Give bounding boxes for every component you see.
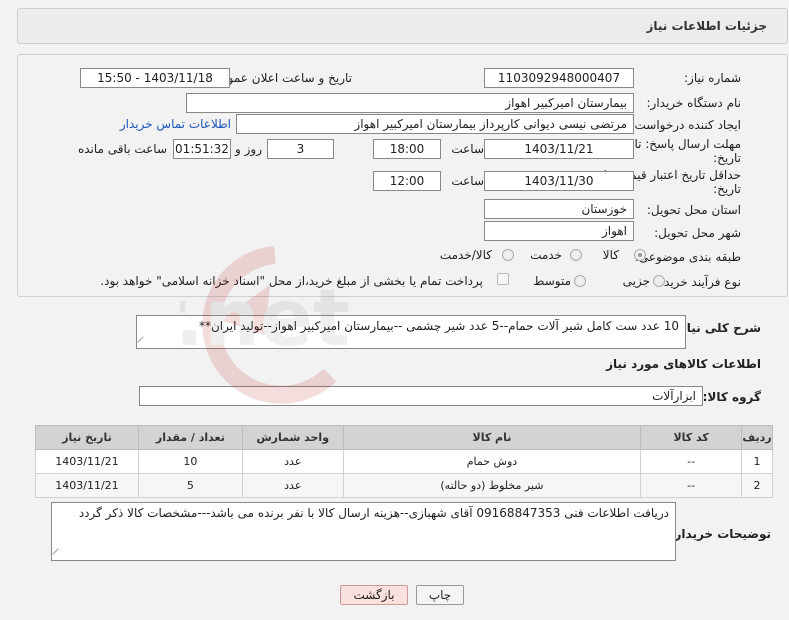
category-radio-goods[interactable] bbox=[634, 249, 646, 261]
reply-deadline-time-label: ساعت bbox=[451, 142, 484, 156]
price-validity-time-field: 12:00 bbox=[373, 171, 441, 191]
process-option-minor: جزیی bbox=[622, 274, 650, 288]
buyer-notes-textarea: دریافت اطلاعات فنی 09168847353 آقای شهبا… bbox=[51, 502, 676, 561]
table-header-row: ردیف کد کالا نام کالا واحد شمارش تعداد /… bbox=[35, 425, 773, 450]
category-radio-service[interactable] bbox=[570, 249, 582, 261]
remaining-days-field: 3 bbox=[267, 139, 334, 159]
col-header-code: کد کالا bbox=[640, 425, 743, 450]
reply-deadline-label: مهلت ارسال پاسخ: تا bbox=[634, 137, 741, 151]
cell-unit: عدد bbox=[241, 473, 344, 498]
resize-grip-icon[interactable] bbox=[52, 548, 64, 560]
col-header-date: تاریخ نیاز bbox=[35, 425, 139, 450]
purchase-process-label: نوع فرآیند خرید : bbox=[656, 275, 741, 289]
process-radio-minor[interactable] bbox=[653, 275, 665, 287]
announce-datetime-field: 1403/11/18 - 15:50 bbox=[80, 68, 230, 88]
price-validity-time-label: ساعت bbox=[451, 174, 484, 188]
print-button[interactable]: چاپ bbox=[416, 585, 464, 605]
category-label: طبقه بندی موضوعی: bbox=[634, 250, 741, 264]
remaining-time-label: ساعت باقی مانده bbox=[77, 142, 167, 156]
category-radio-goods-service[interactable] bbox=[502, 249, 514, 261]
cell-name: دوش حمام bbox=[342, 449, 642, 474]
price-validity-label-date: تاریخ: bbox=[713, 182, 741, 196]
goods-table: ردیف کد کالا نام کالا واحد شمارش تعداد /… bbox=[35, 425, 773, 498]
col-header-row: ردیف bbox=[741, 425, 773, 450]
cell-date: 1403/11/21 bbox=[35, 449, 139, 474]
resize-grip-icon[interactable] bbox=[137, 336, 149, 348]
goods-group-label: گروه کالا: bbox=[702, 390, 761, 404]
goods-group-field: ابزارآلات bbox=[139, 386, 703, 406]
summary-textarea: 10 عدد ست کامل شیر آلات حمام--5 عدد شیر … bbox=[136, 315, 686, 349]
requester-field: مرتضی نیسی دیوانی کارپرداز بیمارستان امی… bbox=[236, 114, 634, 134]
process-option-medium: متوسط bbox=[533, 274, 571, 288]
category-option-service: خدمت bbox=[530, 248, 562, 262]
goods-section-title: اطلاعات کالاهای مورد نیاز bbox=[606, 357, 761, 371]
treasury-payment-checkbox[interactable] bbox=[497, 273, 509, 285]
buyer-contact-link[interactable]: اطلاعات تماس خریدار bbox=[120, 117, 231, 131]
treasury-payment-note: پرداخت تمام یا بخشی از مبلغ خرید،از محل … bbox=[100, 274, 483, 288]
buyer-org-label: نام دستگاه خریدار: bbox=[646, 96, 742, 110]
cell-row: 1 bbox=[741, 449, 773, 474]
delivery-city-label: شهر محل تحویل: bbox=[654, 226, 741, 240]
remaining-days-label: روز و bbox=[235, 142, 262, 156]
cell-code: -- bbox=[640, 449, 743, 474]
category-option-goods: کالا bbox=[602, 248, 619, 262]
buyer-notes-text: دریافت اطلاعات فنی 09168847353 آقای شهبا… bbox=[78, 506, 669, 520]
page-title: جزئیات اطلاعات نیاز bbox=[646, 19, 767, 33]
requester-label: ایجاد کننده درخواست: bbox=[630, 118, 741, 132]
cell-qty: 10 bbox=[137, 449, 243, 474]
cell-code: -- bbox=[640, 473, 743, 498]
buyer-notes-label: توضیحات خریدار: bbox=[669, 527, 771, 541]
need-number-label: شماره نیاز: bbox=[684, 71, 741, 85]
col-header-name: نام کالا bbox=[342, 425, 642, 450]
delivery-province-field: خوزستان bbox=[484, 199, 634, 219]
page-header: جزئیات اطلاعات نیاز bbox=[17, 8, 788, 44]
category-option-goods-service: کالا/خدمت bbox=[439, 248, 492, 262]
need-number-field: 1103092948000407 bbox=[484, 68, 634, 88]
reply-deadline-time-field: 18:00 bbox=[373, 139, 441, 159]
col-header-qty: تعداد / مقدار bbox=[137, 425, 243, 450]
buyer-org-field: بیمارستان امیرکبیر اهواز bbox=[186, 93, 634, 113]
cell-qty: 5 bbox=[137, 473, 243, 498]
back-button[interactable]: بازگشت bbox=[340, 585, 408, 605]
table-row: 2 -- شیر مخلوط (دو حالته) عدد 5 1403/11/… bbox=[35, 473, 773, 498]
cell-date: 1403/11/21 bbox=[35, 473, 139, 498]
process-radio-medium[interactable] bbox=[574, 275, 586, 287]
reply-deadline-label-date: تاریخ: bbox=[713, 151, 741, 165]
delivery-city-field: اهواز bbox=[484, 221, 634, 241]
delivery-province-label: استان محل تحویل: bbox=[646, 203, 741, 217]
cell-name: شیر مخلوط (دو حالته) bbox=[342, 473, 642, 498]
price-validity-date-field: 1403/11/30 bbox=[484, 171, 634, 191]
cell-row: 2 bbox=[741, 473, 773, 498]
summary-label: شرح کلی نیاز: bbox=[675, 321, 761, 335]
reply-deadline-date-field: 1403/11/21 bbox=[484, 139, 634, 159]
remaining-time-field: 01:51:32 bbox=[173, 139, 231, 159]
summary-text: 10 عدد ست کامل شیر آلات حمام--5 عدد شیر … bbox=[198, 319, 679, 333]
col-header-unit: واحد شمارش bbox=[241, 425, 344, 450]
table-row: 1 -- دوش حمام عدد 10 1403/11/21 bbox=[35, 449, 773, 474]
cell-unit: عدد bbox=[241, 449, 344, 474]
